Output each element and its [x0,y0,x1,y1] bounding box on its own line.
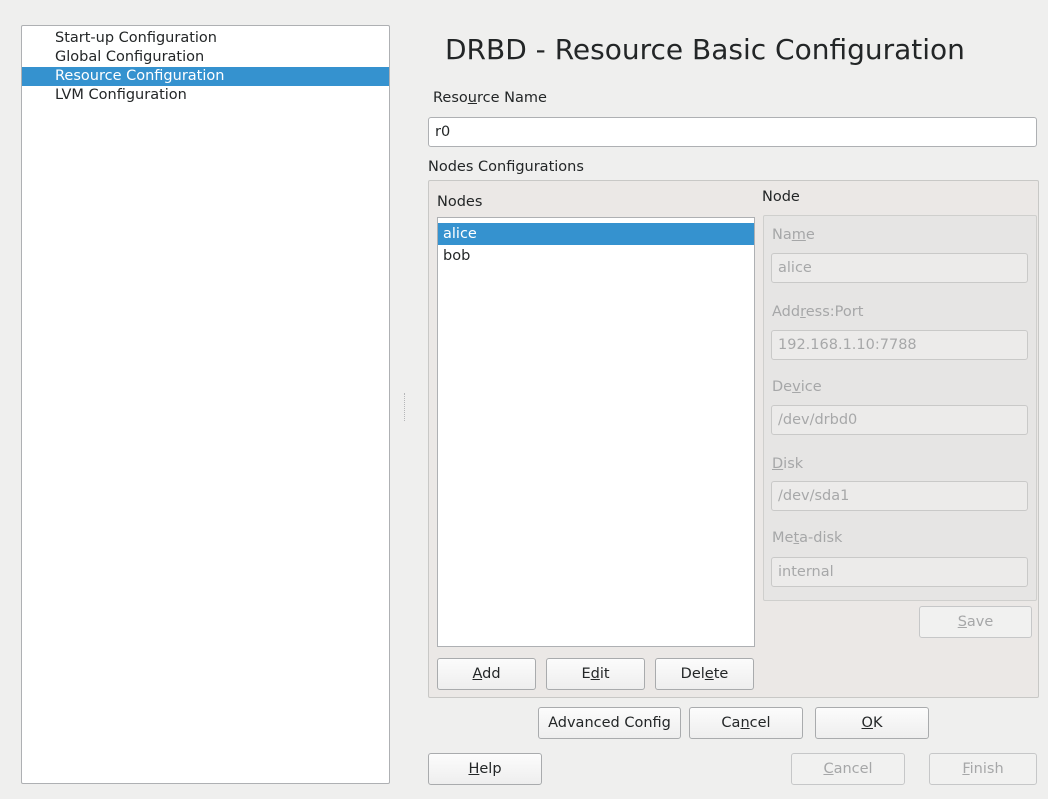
node-item-bob[interactable]: bob [438,245,754,267]
wizard-cancel-button[interactable]: Cancel [791,753,905,785]
node-header: Node [762,189,800,205]
node-metadisk-label: Meta-disk [772,530,843,546]
wizard-steps-list[interactable]: Start-up Configuration Global Configurat… [21,25,390,784]
dialog-ok-button[interactable]: OK [815,707,929,739]
nodes-header: Nodes [437,194,483,210]
node-device-input[interactable]: /dev/drbd0 [771,405,1028,435]
node-name-input[interactable]: alice [771,253,1028,283]
dialog-cancel-button[interactable]: Cancel [689,707,803,739]
nodes-list[interactable]: alice bob [437,217,755,647]
step-startup-configuration[interactable]: Start-up Configuration [22,29,389,48]
node-disk-input[interactable]: /dev/sda1 [771,481,1028,511]
step-resource-configuration[interactable]: Resource Configuration [22,67,389,86]
node-address-input[interactable]: 192.168.1.10:7788 [771,330,1028,360]
node-name-label: Name [772,227,815,243]
page-title: DRBD - Resource Basic Configuration [445,33,965,66]
delete-node-button[interactable]: Delete [655,658,754,690]
node-device-label: Device [772,379,822,395]
node-save-button[interactable]: Save [919,606,1032,638]
node-metadisk-input[interactable]: internal [771,557,1028,587]
splitter-handle[interactable] [404,393,407,421]
resource-name-input[interactable]: r0 [428,117,1037,147]
node-address-label: Address:Port [772,304,864,320]
node-disk-label: Disk [772,456,804,472]
finish-button[interactable]: Finish [929,753,1037,785]
edit-node-button[interactable]: Edit [546,658,645,690]
node-item-alice[interactable]: alice [438,223,754,245]
step-global-configuration[interactable]: Global Configuration [22,48,389,67]
nodes-configurations-label: Nodes Configurations [428,159,584,175]
help-button[interactable]: Help [428,753,542,785]
step-lvm-configuration[interactable]: LVM Configuration [22,86,389,105]
resource-name-label: Resource Name [433,90,547,106]
advanced-config-button[interactable]: Advanced Config [538,707,681,739]
add-node-button[interactable]: Add [437,658,536,690]
